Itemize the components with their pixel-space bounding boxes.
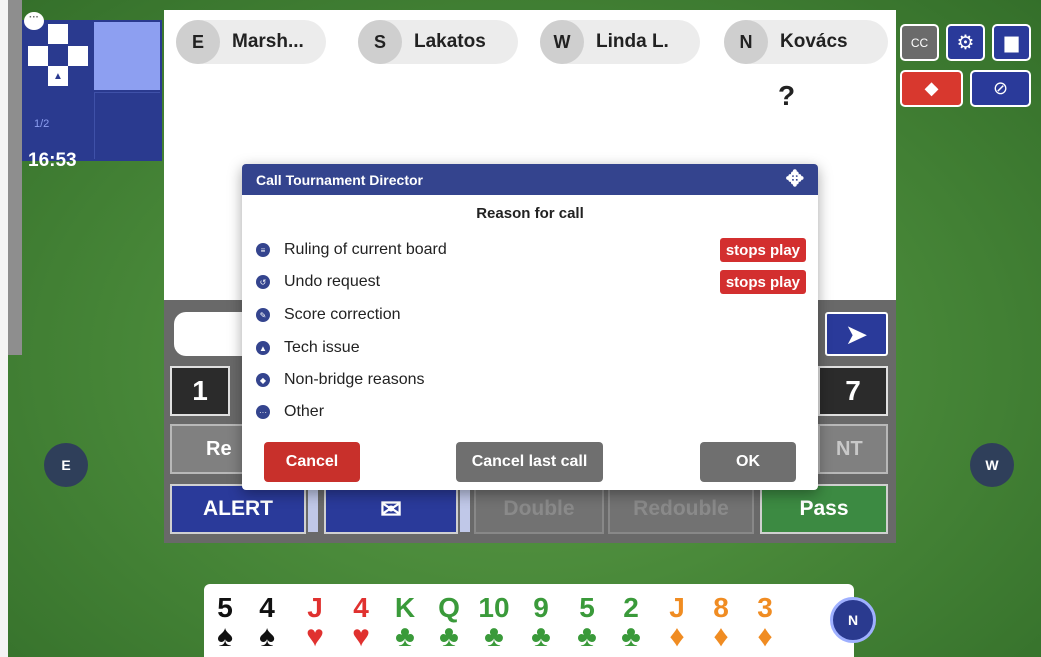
- stops-play-badge: stops play: [719, 238, 806, 262]
- pencil-icon: ✎: [256, 308, 270, 322]
- stops-play-badge: stops play: [719, 270, 806, 294]
- player-south: S Lakatos: [358, 20, 518, 64]
- bid-level-1-button[interactable]: 1: [170, 366, 230, 416]
- playing-card[interactable]: 10 ♣: [474, 594, 514, 652]
- reason-label: Other: [284, 403, 325, 420]
- reason-undo-option[interactable]: ↺ Undo request: [256, 270, 380, 294]
- seat-label: W: [540, 20, 584, 64]
- pass-button[interactable]: Pass: [760, 484, 888, 534]
- left-edge: [0, 0, 8, 657]
- call-director-dialog: Call Tournament Director ✥ Reason for ca…: [242, 164, 818, 490]
- board-tile: [94, 22, 160, 90]
- send-icon[interactable]: ➤: [825, 312, 888, 356]
- cancel-button[interactable]: Cancel: [264, 442, 360, 482]
- board-number: 1: [58, 55, 65, 67]
- playing-card[interactable]: 9 ♣: [528, 594, 554, 652]
- player-name: Kovács: [780, 31, 848, 52]
- mail-icon[interactable]: ✉: [324, 484, 458, 534]
- board-timer: 16:53: [28, 150, 77, 171]
- divider: [308, 486, 318, 532]
- playing-card[interactable]: 4 ♠: [254, 594, 280, 652]
- reason-label: Score correction: [284, 306, 401, 323]
- playing-card[interactable]: 2 ♣: [618, 594, 644, 652]
- player-hand: 5 ♠ 4 ♠ J ♥ 4 ♥ K ♣ Q ♣ 10 ♣ 9 ♣ 5 ♣ 2 ♣ J ♦ 8 ♦ 3 ♦: [204, 584, 854, 657]
- scrollbar[interactable]: [8, 0, 22, 355]
- playing-card[interactable]: 5 ♠: [212, 594, 238, 652]
- playing-card[interactable]: 3 ♦: [752, 594, 778, 652]
- move-icon[interactable]: ✥: [786, 168, 804, 190]
- info-icon: ◆: [256, 373, 270, 387]
- seat-north-indicator: N: [830, 597, 876, 643]
- playing-card[interactable]: K ♣: [392, 594, 418, 652]
- board-info-panel: 1 ▲ 1/2 16:53: [22, 20, 162, 171]
- dealer-icon: ▲: [52, 71, 64, 83]
- board-compass-icon: 1 ▲: [28, 24, 88, 86]
- ok-button[interactable]: OK: [700, 442, 796, 482]
- notrump-button[interactable]: NT: [818, 424, 888, 474]
- divider: [460, 486, 470, 532]
- playing-card[interactable]: Q ♣: [436, 594, 462, 652]
- playing-card[interactable]: J ♦: [664, 594, 690, 652]
- more-icon: ···: [256, 405, 270, 419]
- seat-west-indicator: W: [970, 443, 1014, 487]
- seat-east-indicator: E: [44, 443, 88, 487]
- double-button[interactable]: Double: [474, 484, 604, 534]
- seat-label: E: [176, 20, 220, 64]
- convention-card-button[interactable]: CC: [900, 24, 939, 61]
- redouble-button[interactable]: Redouble: [608, 484, 754, 534]
- redouble-strain-button[interactable]: Re: [170, 424, 250, 474]
- board-tile: [94, 92, 160, 159]
- dialog-subtitle: Reason for call: [476, 205, 584, 222]
- eye-slash-icon[interactable]: ⊘: [970, 70, 1031, 107]
- undo-icon: ↺: [256, 275, 270, 289]
- chat-bubble-icon[interactable]: ···: [24, 12, 44, 30]
- seat-label: N: [724, 20, 768, 64]
- reason-label: Ruling of current board: [284, 241, 447, 258]
- player-north: N Kovács: [724, 20, 888, 64]
- list-icon: ≡: [256, 243, 270, 257]
- playing-card[interactable]: J ♥: [302, 594, 328, 652]
- seat-label: S: [358, 20, 402, 64]
- book-icon[interactable]: ▆: [992, 24, 1031, 61]
- dialog-header[interactable]: Call Tournament Director ✥: [242, 164, 818, 195]
- whistle-icon[interactable]: ◆: [900, 70, 963, 107]
- cancel-last-call-button[interactable]: Cancel last call: [456, 442, 603, 482]
- playing-card[interactable]: 5 ♣: [574, 594, 600, 652]
- playing-card[interactable]: 4 ♥: [348, 594, 374, 652]
- board-fraction: 1/2: [34, 118, 50, 130]
- reason-score-option[interactable]: ✎ Score correction: [256, 303, 401, 327]
- gear-icon[interactable]: ⚙: [946, 24, 985, 61]
- player-west: W Linda L.: [540, 20, 700, 64]
- player-name: Lakatos: [414, 31, 486, 52]
- reason-tech-option[interactable]: ▲ Tech issue: [256, 336, 360, 360]
- player-east: E Marsh...: [176, 20, 326, 64]
- reason-other-option[interactable]: ··· Other: [256, 400, 324, 424]
- reason-label: Undo request: [284, 273, 381, 290]
- dialog-title: Call Tournament Director: [256, 171, 423, 188]
- player-name: Linda L.: [596, 31, 669, 52]
- auction-pending-marker: ?: [778, 80, 796, 111]
- playing-card[interactable]: 8 ♦: [708, 594, 734, 652]
- reason-label: Tech issue: [284, 339, 360, 356]
- warning-icon: ▲: [256, 341, 270, 355]
- alert-button[interactable]: ALERT: [170, 484, 306, 534]
- reason-ruling-option[interactable]: ≡ Ruling of current board: [256, 238, 447, 262]
- reason-label: Non-bridge reasons: [284, 371, 425, 388]
- reason-nonbridge-option[interactable]: ◆ Non-bridge reasons: [256, 368, 425, 392]
- bid-level-7-button[interactable]: 7: [818, 366, 888, 416]
- player-name: Marsh...: [232, 31, 304, 52]
